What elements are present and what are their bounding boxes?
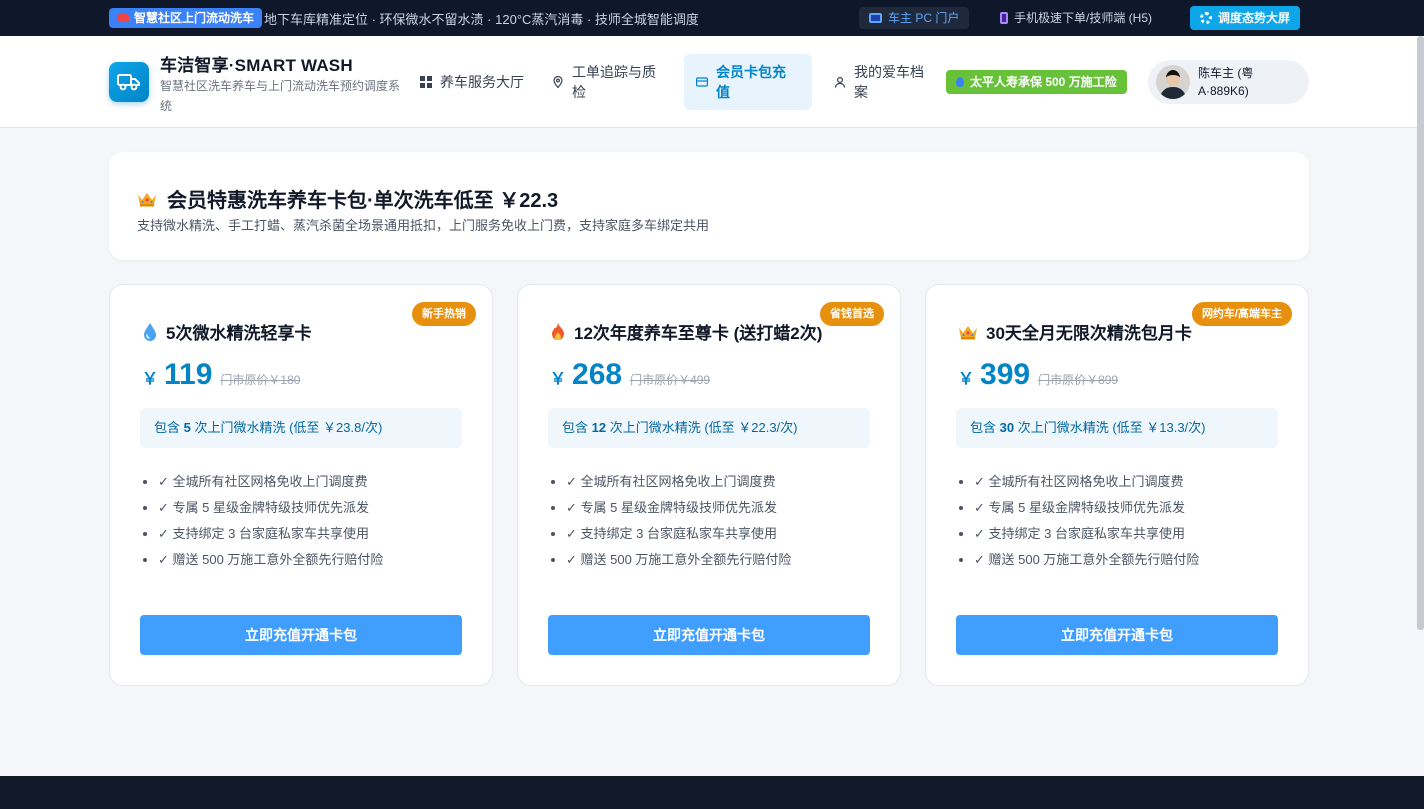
crown-icon xyxy=(959,325,977,339)
price-value: 119 xyxy=(164,358,213,391)
insurance-badge-label: 太平人寿承保 500 万施工险 xyxy=(970,75,1117,89)
plan-card-12-annual: 省钱首选 12次年度养车至尊卡 (送打蜡2次) ￥ 268 门市原价￥499 包… xyxy=(517,284,901,686)
plan-title-text: 30天全月无限次精洗包月卡 xyxy=(986,324,1192,343)
plan-price: ￥ 119 门市原价￥180 xyxy=(142,358,300,392)
car-icon xyxy=(117,14,129,22)
original-price: 门市原价￥899 xyxy=(1038,373,1119,387)
mobile-h5-label: 手机极速下单/技师端 (H5) xyxy=(1014,11,1153,25)
fire-icon xyxy=(552,322,564,340)
plan-card-30-monthly: 网约车/高端车主 30天全月无限次精洗包月卡 ￥ 399 门市原价￥899 包含… xyxy=(925,284,1309,686)
announcement-marquee: 地下车库精准定位 · 环保微水不留水渍 · 120°C蒸汽消毒 · 技师全城智能… xyxy=(264,12,699,27)
phone-icon xyxy=(1000,11,1008,24)
nav-membership-recharge[interactable]: 会员卡包充值 xyxy=(684,54,812,110)
price-value: 399 xyxy=(980,358,1031,391)
owner-pc-portal-button[interactable]: 车主 PC 门户 xyxy=(859,7,970,29)
nav-my-car-profile[interactable]: 我的爱车档案 xyxy=(822,54,946,110)
brand-subtitle: 智慧社区洗车养车与上门流动洗车预约调度系统 xyxy=(160,79,401,113)
water-drop-icon xyxy=(144,322,156,341)
hero-description: 支持微水精洗、手工打蜡、蒸汽杀菌全场景通用抵扣，上门服务免收上门费，支持家庭多车… xyxy=(137,218,710,233)
list-item: ✓ 赠送 500 万施工意外全额先行赔付险 xyxy=(566,547,791,573)
community-wash-tag-label: 智慧社区上门流动洗车 xyxy=(134,11,255,25)
plan-includes: 包含 5 次上门微水精洗 (低至 ￥23.8/次) xyxy=(140,408,462,448)
list-item: ✓ 专属 5 星级金牌特级技师优先派发 xyxy=(158,495,383,521)
gear-icon xyxy=(1200,12,1212,24)
dispatch-dashboard-label: 调度态势大屏 xyxy=(1218,11,1291,25)
plan-card-5-wash: 新手热销 5次微水精洗轻享卡 ￥ 119 门市原价￥180 包含 5 次上门微水… xyxy=(109,284,493,686)
nav-order-tracking-label: 工单追踪与质检 xyxy=(572,64,656,100)
computer-icon xyxy=(869,13,882,23)
mobile-h5-link[interactable]: 手机极速下单/技师端 (H5) xyxy=(1000,9,1152,26)
dispatch-dashboard-button[interactable]: 调度态势大屏 xyxy=(1190,6,1301,30)
hero-title-text: 会员特惠洗车养车卡包·单次洗车低至 ￥22.3 xyxy=(167,190,559,212)
plan-includes: 包含 12 次上门微水精洗 (低至 ￥22.3/次) xyxy=(548,408,870,448)
plan-includes: 包含 30 次上门微水精洗 (低至 ￥13.3/次) xyxy=(956,408,1278,448)
nav-order-tracking[interactable]: 工单追踪与质检 xyxy=(540,54,676,110)
main-header: 车洁智享·SMART WASH 智慧社区洗车养车与上门流动洗车预约调度系统 养车… xyxy=(0,36,1424,128)
shield-icon xyxy=(956,77,964,87)
nav-membership-recharge-label: 会员卡包充值 xyxy=(716,64,786,100)
community-wash-tag: 智慧社区上门流动洗车 xyxy=(109,8,263,28)
page-scrollbar[interactable] xyxy=(1417,36,1424,630)
plan-title: 30天全月无限次精洗包月卡 xyxy=(958,319,1192,344)
plan-price: ￥ 268 门市原价￥499 xyxy=(550,358,710,392)
plan-features: ✓ 全城所有社区网格免收上门调度费 ✓ 专属 5 星级金牌特级技师优先派发 ✓ … xyxy=(974,469,1199,573)
plan-price: ￥ 399 门市原价￥899 xyxy=(958,358,1118,392)
top-announcement-bar: 智慧社区上门流动洗车 地下车库精准定位 · 环保微水不留水渍 · 120°C蒸汽… xyxy=(0,0,1424,36)
avatar xyxy=(1156,65,1190,99)
price-currency: ￥ xyxy=(958,371,975,388)
recharge-button[interactable]: 立即充值开通卡包 xyxy=(548,615,870,655)
grid-icon xyxy=(420,76,432,88)
list-item: ✓ 专属 5 星级金牌特级技师优先派发 xyxy=(566,495,791,521)
list-item: ✓ 专属 5 星级金牌特级技师优先派发 xyxy=(974,495,1199,521)
page-footer xyxy=(0,776,1424,809)
price-currency: ￥ xyxy=(550,371,567,388)
list-item: ✓ 赠送 500 万施工意外全额先行赔付险 xyxy=(158,547,383,573)
list-item: ✓ 全城所有社区网格免收上门调度费 xyxy=(158,469,383,495)
list-item: ✓ 支持绑定 3 台家庭私家车共享使用 xyxy=(566,521,791,547)
wash-count: 12 xyxy=(591,420,607,435)
list-item: ✓ 赠送 500 万施工意外全额先行赔付险 xyxy=(974,547,1199,573)
nav-service-hall[interactable]: 养车服务大厅 xyxy=(408,54,544,110)
membership-hero-card: 会员特惠洗车养车卡包·单次洗车低至 ￥22.3 支持微水精洗、手工打蜡、蒸汽杀菌… xyxy=(109,152,1309,260)
plan-title: 12次年度养车至尊卡 (送打蜡2次) xyxy=(550,319,822,344)
plan-features: ✓ 全城所有社区网格免收上门调度费 ✓ 专属 5 星级金牌特级技师优先派发 ✓ … xyxy=(158,469,383,573)
plan-badge: 网约车/高端车主 xyxy=(1191,302,1292,326)
crown-icon xyxy=(137,191,157,207)
price-currency: ￥ xyxy=(142,371,159,388)
hero-title: 会员特惠洗车养车卡包·单次洗车低至 ￥22.3 xyxy=(137,184,558,213)
location-pin-icon xyxy=(553,76,563,88)
insurance-badge: 太平人寿承保 500 万施工险 xyxy=(946,70,1127,94)
brand-title: 车洁智享·SMART WASH xyxy=(160,56,353,75)
truck-logo-icon[interactable] xyxy=(109,62,149,102)
recharge-button[interactable]: 立即充值开通卡包 xyxy=(956,615,1278,655)
plan-title-text: 5次微水精洗轻享卡 xyxy=(166,324,312,343)
card-icon xyxy=(696,77,708,87)
nav-service-hall-label: 养车服务大厅 xyxy=(440,74,524,90)
owner-pc-portal-label: 车主 PC 门户 xyxy=(888,11,960,25)
wash-count: 5 xyxy=(183,420,191,435)
user-icon xyxy=(834,76,846,88)
recharge-button[interactable]: 立即充值开通卡包 xyxy=(140,615,462,655)
nav-my-car-profile-label: 我的爱车档案 xyxy=(854,64,924,100)
original-price: 门市原价￥180 xyxy=(220,373,301,387)
plan-title: 5次微水精洗轻享卡 xyxy=(142,319,311,344)
original-price: 门市原价￥499 xyxy=(630,373,711,387)
user-name: 陈车主 (粤A·889K6) xyxy=(1198,66,1254,98)
wash-count: 30 xyxy=(999,420,1015,435)
plan-badge: 省钱首选 xyxy=(820,302,884,326)
list-item: ✓ 支持绑定 3 台家庭私家车共享使用 xyxy=(974,521,1199,547)
plan-badge: 新手热销 xyxy=(412,302,476,326)
list-item: ✓ 全城所有社区网格免收上门调度费 xyxy=(974,469,1199,495)
price-value: 268 xyxy=(572,358,623,391)
list-item: ✓ 全城所有社区网格免收上门调度费 xyxy=(566,469,791,495)
list-item: ✓ 支持绑定 3 台家庭私家车共享使用 xyxy=(158,521,383,547)
user-profile-chip[interactable]: 陈车主 (粤A·889K6) xyxy=(1148,60,1309,104)
plan-title-text: 12次年度养车至尊卡 (送打蜡2次) xyxy=(574,324,823,343)
plan-features: ✓ 全城所有社区网格免收上门调度费 ✓ 专属 5 星级金牌特级技师优先派发 ✓ … xyxy=(566,469,791,573)
